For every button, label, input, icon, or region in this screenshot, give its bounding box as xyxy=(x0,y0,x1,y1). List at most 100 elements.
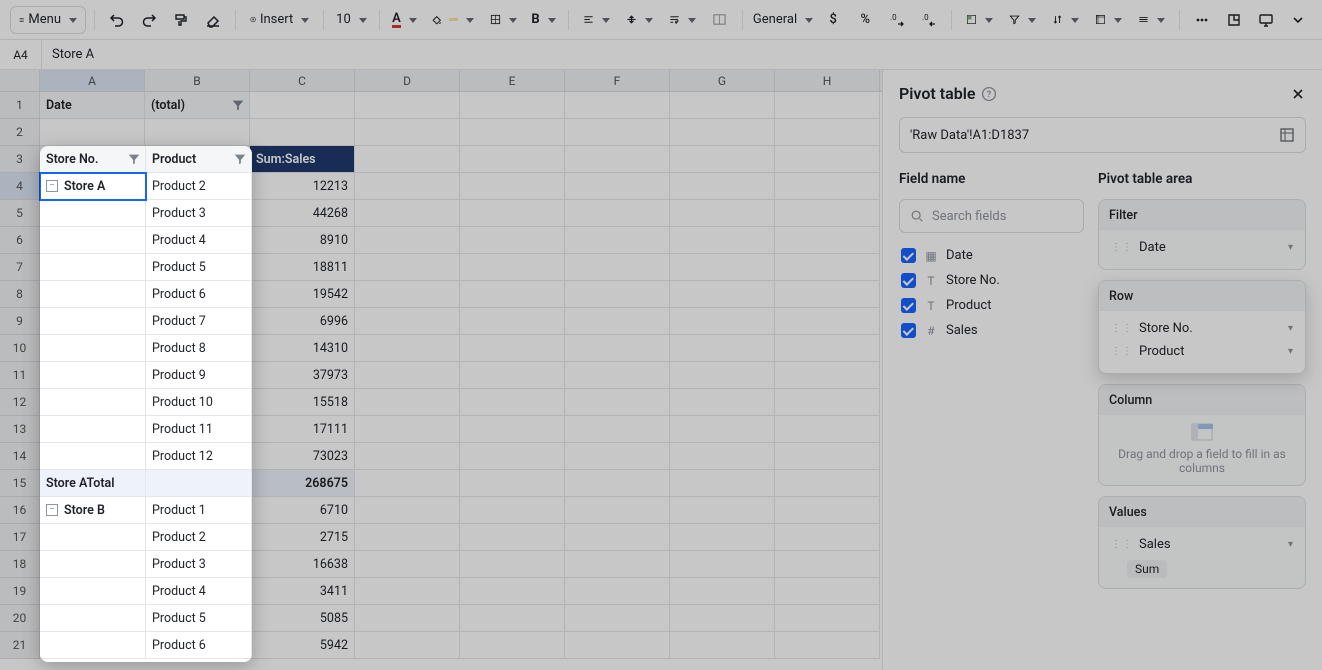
cell[interactable] xyxy=(775,443,880,470)
cell[interactable] xyxy=(460,362,565,389)
cell[interactable] xyxy=(775,254,880,281)
fill-color-button[interactable] xyxy=(425,6,480,34)
cell[interactable]: Product 8 xyxy=(145,335,250,362)
col-header-D[interactable]: D xyxy=(355,70,460,91)
bold-button[interactable]: B xyxy=(527,6,560,34)
cell[interactable]: 5942 xyxy=(250,632,355,659)
cell[interactable] xyxy=(40,524,145,551)
cell[interactable] xyxy=(565,362,670,389)
cell[interactable]: 37973 xyxy=(250,362,355,389)
cell[interactable]: 6710 xyxy=(250,497,355,524)
cell[interactable]: Product 5 xyxy=(145,254,250,281)
freeze-button[interactable] xyxy=(1132,6,1171,34)
range-picker-icon[interactable] xyxy=(1279,127,1295,143)
area-row[interactable]: Row ⋮⋮Store No.▾ ⋮⋮Product▾ xyxy=(1098,280,1306,374)
cell[interactable] xyxy=(460,578,565,605)
cell[interactable] xyxy=(250,92,355,119)
cell[interactable]: (total) xyxy=(145,92,250,119)
cell[interactable] xyxy=(40,605,145,632)
cell[interactable] xyxy=(460,524,565,551)
percent-button[interactable]: % xyxy=(851,6,879,34)
col-header-B[interactable]: B xyxy=(145,70,250,91)
cell[interactable] xyxy=(565,119,670,146)
cell[interactable] xyxy=(40,227,145,254)
cell[interactable] xyxy=(565,200,670,227)
cell[interactable]: 6996 xyxy=(250,308,355,335)
cell[interactable]: Product 3 xyxy=(145,551,250,578)
cell[interactable] xyxy=(775,416,880,443)
cell[interactable] xyxy=(670,146,775,173)
cell[interactable]: Product 2 xyxy=(145,173,250,200)
cell[interactable] xyxy=(565,281,670,308)
cell[interactable] xyxy=(355,632,460,659)
cell[interactable] xyxy=(565,605,670,632)
cell[interactable] xyxy=(670,389,775,416)
chevron-down-icon[interactable]: ▾ xyxy=(1288,323,1293,334)
cell[interactable]: 12213 xyxy=(250,173,355,200)
cell[interactable] xyxy=(460,605,565,632)
sort-button[interactable] xyxy=(1046,6,1085,34)
cell[interactable] xyxy=(565,524,670,551)
pivot-value-header[interactable]: Sum:Sales xyxy=(250,146,355,173)
comment-button[interactable] xyxy=(1252,6,1280,34)
help-icon[interactable]: ? xyxy=(981,86,997,102)
cell[interactable]: Product 4 xyxy=(145,578,250,605)
field-item[interactable]: #Sales xyxy=(899,318,1084,343)
undo-button[interactable] xyxy=(103,6,131,34)
cell[interactable] xyxy=(775,146,880,173)
cell[interactable]: Date xyxy=(40,92,145,119)
cell[interactable] xyxy=(565,146,670,173)
cell[interactable] xyxy=(40,308,145,335)
cell[interactable]: Product 12 xyxy=(145,443,250,470)
toolbar-toggle[interactable] xyxy=(1284,6,1312,34)
filter-icon[interactable] xyxy=(231,98,245,112)
more-button[interactable] xyxy=(1188,6,1216,34)
cell[interactable] xyxy=(775,362,880,389)
checkbox[interactable] xyxy=(901,323,916,338)
cell[interactable] xyxy=(775,578,880,605)
cell[interactable]: Product 3 xyxy=(145,200,250,227)
cell[interactable] xyxy=(460,389,565,416)
cell[interactable] xyxy=(355,308,460,335)
cell[interactable] xyxy=(775,119,880,146)
cell[interactable] xyxy=(40,443,145,470)
cell[interactable] xyxy=(355,605,460,632)
cell[interactable] xyxy=(40,119,145,146)
checkbox[interactable] xyxy=(901,298,916,313)
cell[interactable]: 2715 xyxy=(250,524,355,551)
area-filter[interactable]: Filter ⋮⋮Date▾ xyxy=(1098,199,1306,270)
field-search[interactable]: Search fields xyxy=(899,199,1084,233)
cell[interactable] xyxy=(355,92,460,119)
cell[interactable] xyxy=(460,173,565,200)
cell[interactable] xyxy=(460,551,565,578)
checkbox[interactable] xyxy=(901,273,916,288)
cell[interactable] xyxy=(355,227,460,254)
cell[interactable] xyxy=(775,497,880,524)
cell[interactable] xyxy=(460,443,565,470)
cell[interactable] xyxy=(460,497,565,524)
cell[interactable] xyxy=(775,92,880,119)
cell[interactable] xyxy=(355,335,460,362)
chevron-down-icon[interactable]: ▾ xyxy=(1288,242,1293,253)
cell[interactable] xyxy=(355,578,460,605)
checkbox[interactable] xyxy=(901,248,916,263)
cell[interactable] xyxy=(40,254,145,281)
cell[interactable] xyxy=(565,254,670,281)
cell[interactable] xyxy=(460,254,565,281)
clear-format-button[interactable] xyxy=(199,6,227,34)
area-values[interactable]: Values ⋮⋮Sales▾ Sum xyxy=(1098,496,1306,589)
cell[interactable] xyxy=(670,551,775,578)
area-column[interactable]: Column Drag and drop a field to fill in … xyxy=(1098,384,1306,486)
grid-body[interactable]: 1 Date (total) 2 3 Store No. Product Sum… xyxy=(0,92,882,670)
borders-button[interactable] xyxy=(484,6,523,34)
cell[interactable]: Product 6 xyxy=(145,281,250,308)
cell[interactable] xyxy=(565,92,670,119)
cell[interactable]: 5085 xyxy=(250,605,355,632)
formula-input[interactable]: Store A xyxy=(42,47,1322,62)
close-button[interactable] xyxy=(1290,86,1306,102)
cell[interactable]: 19542 xyxy=(250,281,355,308)
cell[interactable] xyxy=(250,119,355,146)
cell[interactable] xyxy=(355,254,460,281)
pivot-row-header[interactable]: Product xyxy=(145,146,250,173)
cell[interactable]: Product 4 xyxy=(145,227,250,254)
